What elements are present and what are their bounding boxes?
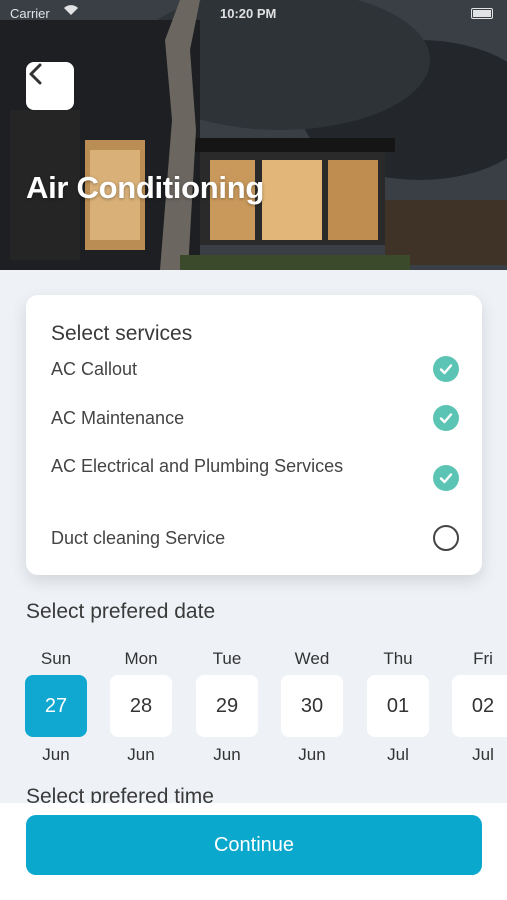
checkmark-icon[interactable] [433, 356, 459, 382]
month-label: Jul [387, 745, 409, 764]
clock-label: 10:20 PM [220, 6, 277, 21]
continue-button[interactable]: Continue [26, 815, 482, 875]
month-label: Jun [213, 745, 241, 764]
services-card: Select services AC Callout AC Maintenanc… [26, 295, 482, 575]
weekday-label: Tue [212, 649, 242, 668]
date-item[interactable]: Sun 27 Jun [25, 645, 87, 765]
date-picker: Sun 27 Jun Mon 28 Jun Tue 29 Jun Wed 30 … [0, 645, 507, 775]
empty-circle-icon[interactable] [433, 525, 459, 551]
date-heading: Select prefered date [26, 600, 216, 623]
battery-icon [471, 8, 493, 19]
date-item[interactable]: Mon 28 Jun [110, 645, 172, 765]
weekday-label: Mon [124, 649, 158, 668]
service-item-duct-cleaning[interactable]: Duct cleaning Service [51, 525, 459, 551]
service-item-ac-electrical-plumbing[interactable]: AC Electrical and Plumbing Services [51, 455, 459, 491]
service-label: AC Maintenance [51, 408, 185, 428]
page-title: Air Conditioning [26, 170, 264, 205]
hero-image: Carrier 10:20 PM Air Conditioning [0, 0, 507, 270]
weekday-label: Thu [383, 649, 413, 668]
service-label: Duct cleaning Service [51, 528, 226, 548]
month-label: Jun [127, 745, 155, 764]
month-label: Jul [472, 745, 494, 764]
service-label: AC Callout [51, 359, 138, 379]
date-box[interactable]: 29 [196, 675, 258, 737]
checkmark-icon[interactable] [433, 405, 459, 431]
services-title: Select services [51, 322, 193, 345]
month-label: Jun [298, 745, 326, 764]
back-button[interactable] [26, 62, 74, 110]
house-illustration [0, 0, 507, 270]
date-box[interactable]: 30 [281, 675, 343, 737]
date-item[interactable]: Tue 29 Jun [196, 645, 258, 765]
date-box[interactable]: 01 [367, 675, 429, 737]
checkmark-icon[interactable] [433, 465, 459, 491]
service-item-ac-callout[interactable]: AC Callout [51, 356, 459, 382]
month-label: Jun [42, 745, 70, 764]
chevron-left-icon [29, 63, 42, 85]
date-item[interactable]: Wed 30 Jun [281, 645, 343, 765]
date-item[interactable]: Fri 02 Jul [452, 645, 507, 765]
date-box[interactable]: 28 [110, 675, 172, 737]
weekday-label: Sun [40, 649, 72, 668]
carrier-label: Carrier [10, 6, 50, 21]
service-label: AC Electrical and Plumbing Services [51, 456, 344, 476]
weekday-label: Wed [294, 649, 330, 668]
weekday-label: Fri [473, 649, 493, 668]
service-item-ac-maintenance[interactable]: AC Maintenance [51, 405, 459, 431]
date-box[interactable]: 02 [452, 675, 507, 737]
date-box[interactable]: 27 [25, 675, 87, 737]
date-item[interactable]: Thu 01 Jul [367, 645, 429, 765]
status-bar: Carrier 10:20 PM [0, 0, 507, 28]
